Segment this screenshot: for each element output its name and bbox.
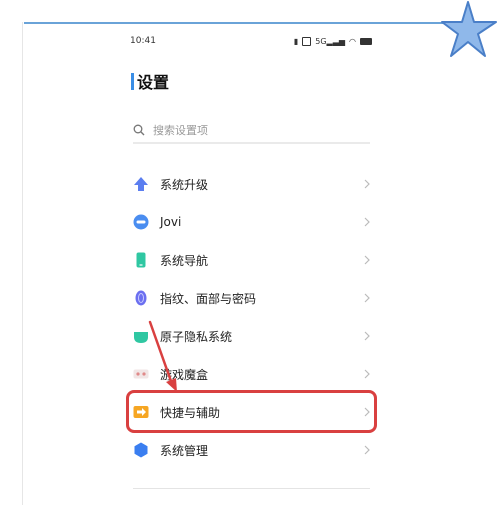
frame-left-border [22,22,23,505]
fingerprint-icon [135,290,147,306]
menu-item-label: 系统管理 [160,443,209,458]
annotation-arrow-icon [148,320,177,392]
frame-top-border [24,22,476,24]
menu-item-label: 系统导航 [160,253,209,268]
page-title: 设置 [137,73,170,92]
status-icons: ▮ 5G▂▃▅ ◠ [293,36,372,46]
menu-item-system-management[interactable]: 系统管理 [132,431,372,469]
network-label: 5G [315,36,327,46]
title-accent-bar [131,72,134,90]
chevron-right-icon [364,217,370,227]
search-input[interactable] [153,123,353,137]
menu-item-fingerprint-face-password[interactable]: 指纹、面部与密码 [132,279,372,317]
chevron-right-icon [364,369,370,379]
chevron-right-icon [364,331,370,341]
menu-item-system-navigation[interactable]: 系统导航 [132,241,372,279]
page-title-wrap: 设置 [131,71,170,92]
status-time: 10:41 [130,36,156,46]
chevron-right-icon [364,179,370,189]
menu-item-label: 原子隐私系统 [160,329,233,344]
search-bar[interactable] [133,118,370,144]
star-decoration-icon [441,1,497,57]
status-bar: 10:41 ▮ 5G▂▃▅ ◠ [130,34,372,48]
chevron-right-icon [364,255,370,265]
search-icon [133,124,145,136]
battery-icon [360,37,372,45]
system-hexagon-icon [134,442,148,458]
menu-item-label: 指纹、面部与密码 [160,291,257,306]
navigation-phone-icon [136,252,146,268]
menu-item-label: 游戏魔盒 [160,367,209,382]
annotation-highlight-box [126,390,377,433]
chevron-right-icon [364,445,370,455]
nfc-icon [302,36,312,46]
jovi-icon [133,214,149,230]
upgrade-arrow-icon [134,177,148,191]
signal-icon: 5G▂▃▅ [315,36,346,46]
vibrate-icon: ▮ [293,36,299,46]
menu-item-label: Jovi [160,215,182,229]
section-divider [133,488,370,489]
menu-item-label: 系统升级 [160,177,209,192]
menu-item-jovi[interactable]: Jovi [132,203,372,241]
menu-item-system-upgrade[interactable]: 系统升级 [132,165,372,203]
wifi-icon: ◠ [349,36,356,46]
chevron-right-icon [364,293,370,303]
